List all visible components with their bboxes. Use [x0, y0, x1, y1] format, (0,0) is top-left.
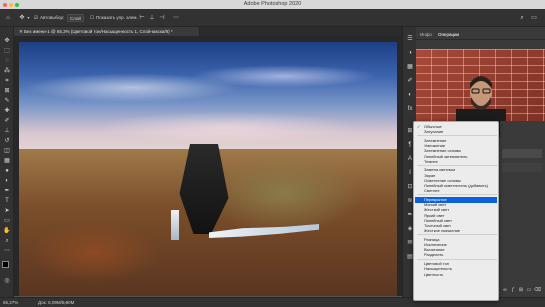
- zoom-icon[interactable]: ⌕: [3, 237, 11, 245]
- search-icon[interactable]: ⌕: [518, 15, 526, 21]
- history-panel-icon[interactable]: ☰: [406, 35, 414, 43]
- swatches-panel-icon[interactable]: ▦: [406, 63, 414, 71]
- window-title: Adobe Photoshop 2020: [243, 1, 302, 7]
- document-tab[interactable]: ✕ Без имени-1 @ 65,3% (Цветовой тон/Насы…: [14, 27, 200, 36]
- path-select-icon[interactable]: ➤: [3, 207, 11, 215]
- quick-mask-icon[interactable]: ◎: [3, 277, 11, 285]
- blend-mode-item[interactable]: Светлее: [424, 188, 440, 193]
- blend-mode-item[interactable]: Цветность: [424, 272, 443, 277]
- distribute-icon[interactable]: ⋯: [172, 15, 180, 21]
- hand-icon[interactable]: ✋: [3, 227, 11, 235]
- checkmark-icon: ✓: [417, 124, 421, 129]
- home-icon[interactable]: ⌂: [4, 15, 12, 21]
- blur-icon[interactable]: ●: [3, 167, 11, 175]
- menu-separator: [417, 234, 497, 236]
- align-right-icon[interactable]: ⊣: [158, 15, 166, 21]
- dodge-icon[interactable]: ◐: [3, 177, 11, 185]
- foreground-color-swatch[interactable]: [2, 261, 9, 268]
- layers-panel: ∞ ƒ ⊞ ▭ ⌫: [500, 121, 545, 297]
- pen-icon[interactable]: ✒: [3, 187, 11, 195]
- move-tool-icon[interactable]: ✥: [18, 15, 26, 21]
- photo-waterfall: [171, 210, 179, 240]
- show-controls-label: Показать упр. элем.: [96, 15, 138, 20]
- document-tab-label: Без имени-1 @ 65,3% (Цветовой тон/Насыще…: [24, 29, 173, 34]
- align-left-icon[interactable]: ⊢: [138, 15, 146, 21]
- crop-icon[interactable]: ⌗: [3, 77, 11, 85]
- layer-row[interactable]: [502, 163, 542, 172]
- align-center-icon[interactable]: ⊥: [148, 15, 156, 21]
- stamp-icon[interactable]: ⊥: [3, 127, 11, 135]
- blend-mode-item[interactable]: Темнее: [424, 159, 438, 164]
- menu-separator: [417, 194, 497, 196]
- blend-mode-item[interactable]: Затухание: [424, 129, 443, 134]
- frame-icon[interactable]: ⊠: [3, 87, 11, 95]
- lasso-icon[interactable]: ◌: [3, 57, 11, 65]
- auto-select-dropdown[interactable]: Слой: [67, 14, 84, 22]
- folder-icon[interactable]: ▭: [526, 287, 532, 293]
- link-icon[interactable]: ∞: [502, 287, 508, 293]
- brush-icon[interactable]: ✐: [3, 117, 11, 125]
- options-bar: ⌂ ✥ ▾ ☑ Автовыбор: Слой ☐ Показать упр. …: [0, 9, 545, 27]
- menu-separator: [417, 258, 497, 260]
- toolbox: ✥ ⬚ ◌ ⁂ ⌗ ⊠ ✎ ✚ ✐ ⊥ ↺ ◫ ▦ ● ◐ ✒ T ➤ ▭ ✋ …: [0, 27, 14, 297]
- canyon-photo: [19, 42, 397, 296]
- layer-row[interactable]: [502, 149, 542, 158]
- adjustments-panel-icon[interactable]: ◐: [406, 91, 414, 99]
- title-bar: Adobe Photoshop 2020: [0, 0, 545, 9]
- rectangle-icon[interactable]: ▭: [3, 217, 11, 225]
- quick-select-icon[interactable]: ⁂: [3, 67, 11, 75]
- canvas-area[interactable]: [14, 36, 402, 296]
- eyedropper-icon[interactable]: ✎: [3, 97, 11, 105]
- color-panel-icon[interactable]: ◑: [406, 49, 414, 57]
- layer-footer-icons: ∞ ƒ ⊞ ▭ ⌫: [502, 287, 542, 293]
- status-arrow-icon[interactable]: ›: [62, 300, 68, 306]
- menu-separator: [417, 135, 497, 137]
- auto-select-checkbox[interactable]: ☑: [34, 14, 38, 22]
- tab-info[interactable]: Инфо: [420, 32, 432, 37]
- marquee-icon[interactable]: ⬚: [3, 47, 11, 55]
- new-layer-icon[interactable]: ⊞: [518, 287, 524, 293]
- workspace-icon[interactable]: ▭: [530, 15, 538, 21]
- document-tab-bar: ✕ Без имени-1 @ 65,3% (Цветовой тон/Насы…: [14, 27, 402, 36]
- brush-panel-icon[interactable]: ✐: [406, 77, 414, 85]
- menu-separator: [417, 164, 497, 166]
- chevron-down-icon[interactable]: ▾: [26, 15, 31, 21]
- type-icon[interactable]: T: [3, 197, 11, 205]
- styles-panel-icon[interactable]: fx: [406, 105, 414, 113]
- blend-mode-item[interactable]: Разделить: [424, 252, 443, 257]
- eraser-icon[interactable]: ◫: [3, 147, 11, 155]
- history-brush-icon[interactable]: ↺: [3, 137, 11, 145]
- panel-divider: [416, 39, 545, 40]
- photo-sky: [19, 42, 397, 157]
- move-icon[interactable]: ✥: [3, 37, 11, 45]
- show-controls-checkbox[interactable]: ☐: [90, 14, 94, 22]
- blend-mode-menu[interactable]: ✓ Обычные Затухание Затемнение Умножение Зате…: [413, 121, 499, 301]
- trash-icon[interactable]: ⌫: [534, 287, 541, 293]
- zoom-level[interactable]: 65,27%: [3, 300, 18, 305]
- healing-brush-icon[interactable]: ✚: [3, 107, 11, 115]
- auto-select-label: Автовыбор:: [40, 15, 65, 20]
- blend-mode-item[interactable]: Жесткое смешение: [424, 228, 460, 233]
- fx-icon[interactable]: ƒ: [510, 287, 516, 293]
- more-tools-icon[interactable]: ⋯: [3, 247, 11, 255]
- gradient-icon[interactable]: ▦: [3, 157, 11, 165]
- tab-actions[interactable]: Операции: [438, 32, 459, 37]
- document-info[interactable]: Док: 8,09М/5,90М: [38, 300, 74, 305]
